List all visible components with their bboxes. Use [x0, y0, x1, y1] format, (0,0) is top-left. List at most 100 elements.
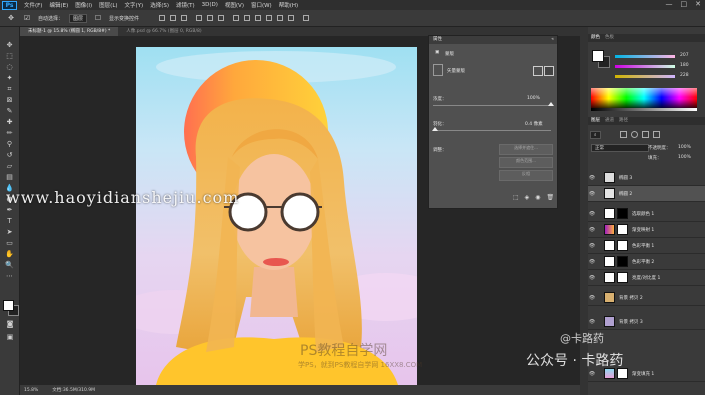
filter-type-icon[interactable]	[642, 131, 649, 138]
move-tool-icon[interactable]: ✥	[5, 41, 15, 49]
screen-mode-icon[interactable]: ▣	[5, 333, 15, 341]
document-canvas[interactable]	[136, 47, 417, 385]
load-selection-icon[interactable]: ⬚	[513, 194, 519, 201]
show-transform-checkbox[interactable]: ☐	[93, 14, 103, 22]
menu-type[interactable]: 文字(Y)	[125, 1, 144, 9]
crop-tool-icon[interactable]: ⌗	[5, 85, 15, 93]
distribute-right-icon[interactable]	[288, 15, 295, 21]
density-slider-track[interactable]	[433, 105, 551, 106]
red-value[interactable]: 207	[680, 53, 689, 58]
select-and-mask-button[interactable]: 选择并遮住...	[499, 144, 553, 155]
tab-layers[interactable]: 图层	[591, 117, 600, 125]
eye-icon[interactable]: 👁	[588, 175, 596, 181]
frame-tool-icon[interactable]: ⊠	[5, 96, 15, 104]
tab-swatches[interactable]: 色板	[605, 34, 614, 42]
auto-select-dropdown[interactable]: 图层	[69, 13, 88, 23]
zoom-tool-icon[interactable]: 🔍	[5, 261, 15, 269]
distribute-middle-icon[interactable]	[244, 15, 251, 21]
align-bottom-icon[interactable]	[181, 15, 188, 21]
move-tool-icon[interactable]: ✥	[6, 14, 16, 22]
menu-window[interactable]: 窗口(W)	[251, 1, 272, 9]
zoom-level[interactable]: 15.8%	[24, 388, 38, 393]
blue-value[interactable]: 228	[680, 73, 689, 78]
layer-row-background-copy-2[interactable]: 👁 背景 拷贝 2	[588, 290, 705, 306]
blend-mode-dropdown[interactable]: 正常	[591, 144, 649, 152]
filter-shape-icon[interactable]	[653, 131, 660, 138]
layer-row-color-balance-2[interactable]: 👁 色彩平衡 2	[588, 254, 705, 270]
feather-slider-thumb[interactable]	[432, 127, 438, 131]
layer-row-background-copy-3[interactable]: 👁 背景 拷贝 3	[588, 314, 705, 330]
path-selection-tool-icon[interactable]: ➤	[5, 228, 15, 236]
layer-row-gradient-map[interactable]: 👁 渐变映射 1	[588, 222, 705, 238]
red-slider[interactable]	[615, 55, 675, 58]
tab-channels[interactable]: 通道	[605, 117, 614, 125]
add-pixel-mask-icon[interactable]	[533, 66, 543, 76]
eye-icon[interactable]: 👁	[588, 243, 596, 249]
menu-view[interactable]: 视图(V)	[225, 1, 244, 9]
foreground-background-colors[interactable]	[3, 300, 19, 316]
magic-wand-tool-icon[interactable]: ✦	[5, 74, 15, 82]
menu-select[interactable]: 选择(S)	[150, 1, 169, 9]
eye-icon[interactable]: 👁	[588, 259, 596, 265]
layer-row-color-balance-1[interactable]: 👁 色彩平衡 1	[588, 238, 705, 254]
eyedropper-tool-icon[interactable]: ✎	[5, 107, 15, 115]
menu-filter[interactable]: 滤镜(T)	[176, 1, 195, 9]
menu-image[interactable]: 图像(I)	[75, 1, 92, 9]
feather-slider-track[interactable]	[433, 130, 551, 131]
quick-mask-icon[interactable]: ◙	[5, 320, 15, 328]
align-right-icon[interactable]	[218, 15, 225, 21]
apply-mask-icon[interactable]: ◈	[525, 194, 530, 201]
tab-paths[interactable]: 路径	[619, 117, 628, 125]
delete-mask-icon[interactable]: 🗑	[547, 194, 555, 201]
panel-foreground-swatch[interactable]	[592, 50, 604, 62]
eye-icon[interactable]: 👁	[588, 295, 596, 301]
layer-row-selective-color[interactable]: 👁 选取颜色 1	[588, 206, 705, 222]
healing-brush-tool-icon[interactable]: ✚	[5, 118, 15, 126]
eye-icon[interactable]: 👁	[588, 227, 596, 233]
maximize-button[interactable]: □	[681, 0, 688, 8]
collapse-icon[interactable]: «	[551, 36, 554, 44]
green-value[interactable]: 180	[680, 63, 689, 68]
menu-file[interactable]: 文件(F)	[24, 1, 42, 9]
blue-slider[interactable]	[615, 75, 675, 78]
menu-edit[interactable]: 编辑(E)	[49, 1, 68, 9]
tab-untitled[interactable]: 未标题-1 @ 15.8% (椭圆 1, RGB/8#) *	[20, 27, 119, 36]
menu-help[interactable]: 帮助(H)	[279, 1, 298, 9]
history-brush-tool-icon[interactable]: ↺	[5, 151, 15, 159]
lasso-tool-icon[interactable]: ◌	[5, 63, 15, 71]
invert-button[interactable]: 反相	[499, 170, 553, 181]
align-center-icon[interactable]	[207, 15, 214, 21]
close-button[interactable]: ✕	[695, 0, 701, 8]
eye-icon[interactable]: 👁	[588, 319, 596, 325]
green-slider[interactable]	[615, 65, 675, 68]
shape-tool-icon[interactable]: ▭	[5, 239, 15, 247]
auto-select-checkbox[interactable]: ☑	[22, 14, 32, 22]
density-slider-thumb[interactable]	[548, 102, 554, 106]
grayscale-ramp[interactable]	[591, 108, 697, 111]
gradient-tool-icon[interactable]: ▤	[5, 173, 15, 181]
layer-row-brightness-contrast[interactable]: 👁 亮度/对比度 1	[588, 270, 705, 286]
eye-icon[interactable]: 👁	[588, 191, 596, 197]
layer-row-ellipse-3[interactable]: 👁 椭圆 3	[588, 170, 705, 186]
feather-value[interactable]: 0.4 像素	[525, 121, 543, 127]
menu-3d[interactable]: 3D(D)	[202, 2, 218, 8]
layer-row-ellipse-2[interactable]: 👁 椭圆 2	[588, 186, 705, 202]
marquee-tool-icon[interactable]: ⬚	[5, 52, 15, 60]
fill-value[interactable]: 100%	[678, 155, 691, 160]
pen-tool-icon[interactable]: ✒	[5, 206, 15, 214]
distribute-center-icon[interactable]	[277, 15, 284, 21]
filter-adjustment-icon[interactable]	[631, 131, 638, 138]
align-left-icon[interactable]	[196, 15, 203, 21]
tab-portrait[interactable]: 人像.psd @ 66.7% (图层 0, RGB/8)	[118, 27, 209, 36]
layer-filter-dropdown[interactable]: ⌕	[590, 131, 601, 139]
distribute-top-icon[interactable]	[233, 15, 240, 21]
filter-pixel-icon[interactable]	[620, 131, 627, 138]
brush-tool-icon[interactable]: ✏	[5, 129, 15, 137]
color-range-button[interactable]: 颜色范围...	[499, 157, 553, 168]
eye-icon[interactable]: 👁	[588, 211, 596, 217]
add-vector-mask-icon[interactable]	[544, 66, 554, 76]
tab-color[interactable]: 颜色	[591, 34, 600, 42]
auto-align-icon[interactable]	[303, 15, 310, 21]
density-value[interactable]: 100%	[527, 96, 540, 101]
opacity-value[interactable]: 100%	[678, 145, 691, 150]
